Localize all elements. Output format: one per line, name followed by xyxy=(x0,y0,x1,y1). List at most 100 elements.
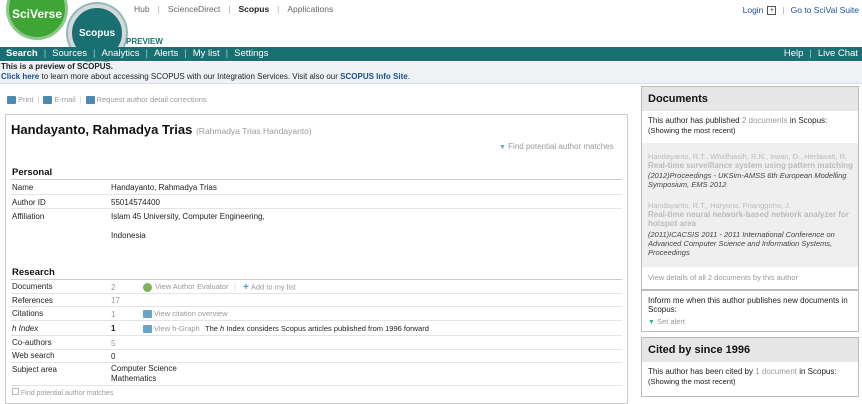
subject-area-1: Computer Science xyxy=(111,364,177,373)
request-correction-action[interactable]: Request author detail corrections xyxy=(85,95,207,105)
author-details-box xyxy=(5,114,628,404)
hindex-note: The h Index considers Scopus articles pu… xyxy=(205,324,429,333)
separator: | xyxy=(234,282,236,291)
divider xyxy=(11,362,622,363)
divider xyxy=(11,194,622,195)
sciverse-logo[interactable]: SciVerse xyxy=(6,0,68,40)
doc-title-link[interactable]: Real-time surveillance system using patt… xyxy=(648,161,853,170)
nav-alerts[interactable]: Alerts xyxy=(154,48,178,59)
view-author-evaluator-link[interactable]: View Author Evaluator xyxy=(143,282,229,292)
websearch-value: 0 xyxy=(111,352,116,361)
affiliation-label: Affiliation xyxy=(12,212,45,221)
references-label: References xyxy=(12,296,53,305)
scopus-logo-text: Scopus xyxy=(78,27,116,39)
subject-area-label: Subject area xyxy=(12,365,57,374)
nav-settings[interactable]: Settings xyxy=(234,48,268,59)
name-label: Name xyxy=(12,183,34,192)
doc-authors: Handayanto, R.T., Haryono, Prianggono, J… xyxy=(648,201,791,210)
cited-by-summary: This author has been cited by 1 document… xyxy=(648,367,837,376)
add-to-list-link[interactable]: + Add to my list xyxy=(243,282,296,293)
email-label: E-mail xyxy=(54,95,76,104)
doc-title-link[interactable]: Real-time neural network-based network a… xyxy=(648,210,853,228)
expand-icon xyxy=(12,388,19,395)
citations-count[interactable]: 1 xyxy=(111,310,115,319)
cited-by-panel-title: Cited by since 1996 xyxy=(642,338,858,362)
request-icon xyxy=(85,96,95,105)
doc-authors: Handayanto, R.T., Whidhiasih, R.N., Irwa… xyxy=(648,152,848,161)
view-all-documents-link[interactable]: View details of all 2 documents by this … xyxy=(648,273,798,282)
divider xyxy=(11,279,622,280)
divider xyxy=(11,306,622,307)
find-matches-link[interactable]: ▼ Find potential author matches xyxy=(499,142,614,151)
notice-text: to learn more about accessing SCOPUS wit… xyxy=(39,72,341,81)
view-hgraph-label: View h-Graph xyxy=(154,324,200,333)
pie-chart-icon xyxy=(143,282,152,292)
coauthors-label: Co-authors xyxy=(12,338,52,347)
set-alert-link[interactable]: ▼ Set alert xyxy=(648,317,685,326)
view-hgraph-link[interactable]: View h-Graph xyxy=(143,324,200,334)
divider xyxy=(11,349,622,350)
notice-period: . xyxy=(407,72,410,81)
doc-source: (2011)ICACSIS 2011 - 2011 International … xyxy=(648,230,835,257)
preview-notice: This is a preview of SCOPUS. Click here … xyxy=(0,62,862,84)
coauthors-count[interactable]: 5 xyxy=(111,339,115,348)
divider xyxy=(11,179,622,180)
cited-by-summary-b: in Scopus: xyxy=(797,367,837,376)
divider xyxy=(11,320,622,321)
nav-live-chat[interactable]: Live Chat xyxy=(818,48,858,59)
documents-count-link[interactable]: 2 documents xyxy=(742,116,788,125)
documents-panel-title: Documents xyxy=(642,87,858,111)
graph-icon xyxy=(143,325,152,334)
author-name-text: Handayanto, Rahmadya Trias xyxy=(11,122,193,137)
divider xyxy=(11,293,622,294)
cited-by-count-link[interactable]: 1 document xyxy=(755,367,797,376)
hindex-note-a: The xyxy=(205,324,221,333)
affiliation-value: Islam 45 University, Computer Engineerin… xyxy=(111,212,265,221)
top-link-hub[interactable]: Hub xyxy=(134,4,150,14)
click-here-link[interactable]: Click here xyxy=(1,72,39,81)
references-count[interactable]: 17 xyxy=(111,296,120,305)
login-link[interactable]: Login xyxy=(743,5,764,15)
request-label: Request author detail corrections xyxy=(96,95,207,104)
chart-icon xyxy=(143,310,152,319)
nav-sources[interactable]: Sources xyxy=(52,48,87,59)
author-actions: Print | E-mail | Request author detail c… xyxy=(7,95,207,105)
print-label: Print xyxy=(18,95,34,104)
info-site-link[interactable]: SCOPUS Info Site xyxy=(340,72,408,81)
find-matches-label: Find potential author matches xyxy=(508,142,614,151)
print-action[interactable]: Print xyxy=(7,95,34,105)
set-alert-label: Set alert xyxy=(657,317,685,326)
account-links: Login + | Go to SciVal Suite xyxy=(742,5,859,15)
documents-summary-a: This author has published xyxy=(648,116,742,125)
documents-summary-b: in Scopus: xyxy=(787,116,828,125)
nav-analytics[interactable]: Analytics xyxy=(101,48,139,59)
plus-icon: + xyxy=(243,282,249,293)
top-link-scopus[interactable]: Scopus xyxy=(238,4,269,14)
doc-source: (2012)Proceedings - UKSim-AMSS 6th Europ… xyxy=(648,171,847,189)
alert-text: Inform me when this author publishes new… xyxy=(648,296,848,314)
top-link-applications[interactable]: Applications xyxy=(287,4,333,14)
hindex-label: h Index xyxy=(12,324,39,333)
author-id-label: Author ID xyxy=(12,198,46,207)
expand-icon[interactable]: + xyxy=(767,5,777,15)
view-citation-overview-link[interactable]: View citation overview xyxy=(143,309,228,319)
email-icon xyxy=(43,96,53,105)
nav-search[interactable]: Search xyxy=(6,48,38,59)
email-action[interactable]: E-mail xyxy=(43,95,76,105)
nav-my-list[interactable]: My list xyxy=(193,48,220,59)
documents-showing: (Showing the most recent) xyxy=(648,126,736,135)
top-link-sciencedirect[interactable]: ScienceDirect xyxy=(168,4,220,14)
documents-count[interactable]: 2 xyxy=(111,283,115,292)
research-heading: Research xyxy=(12,267,55,278)
author-name: Handayanto, Rahmadya Trias (Rahmadya Tri… xyxy=(11,122,312,137)
affiliation-country: Indonesia xyxy=(111,231,146,240)
top-nav: Hub | ScienceDirect | Scopus | Applications xyxy=(134,4,334,14)
notice-title: This is a preview of SCOPUS. xyxy=(1,62,114,71)
personal-heading: Personal xyxy=(12,167,53,178)
divider xyxy=(11,208,622,209)
scival-link[interactable]: Go to SciVal Suite xyxy=(791,5,859,15)
citations-label: Citations xyxy=(12,309,44,318)
nav-help[interactable]: Help xyxy=(784,48,804,59)
add-to-list-label: Add to my list xyxy=(250,282,296,292)
documents-label: Documents xyxy=(12,282,53,291)
